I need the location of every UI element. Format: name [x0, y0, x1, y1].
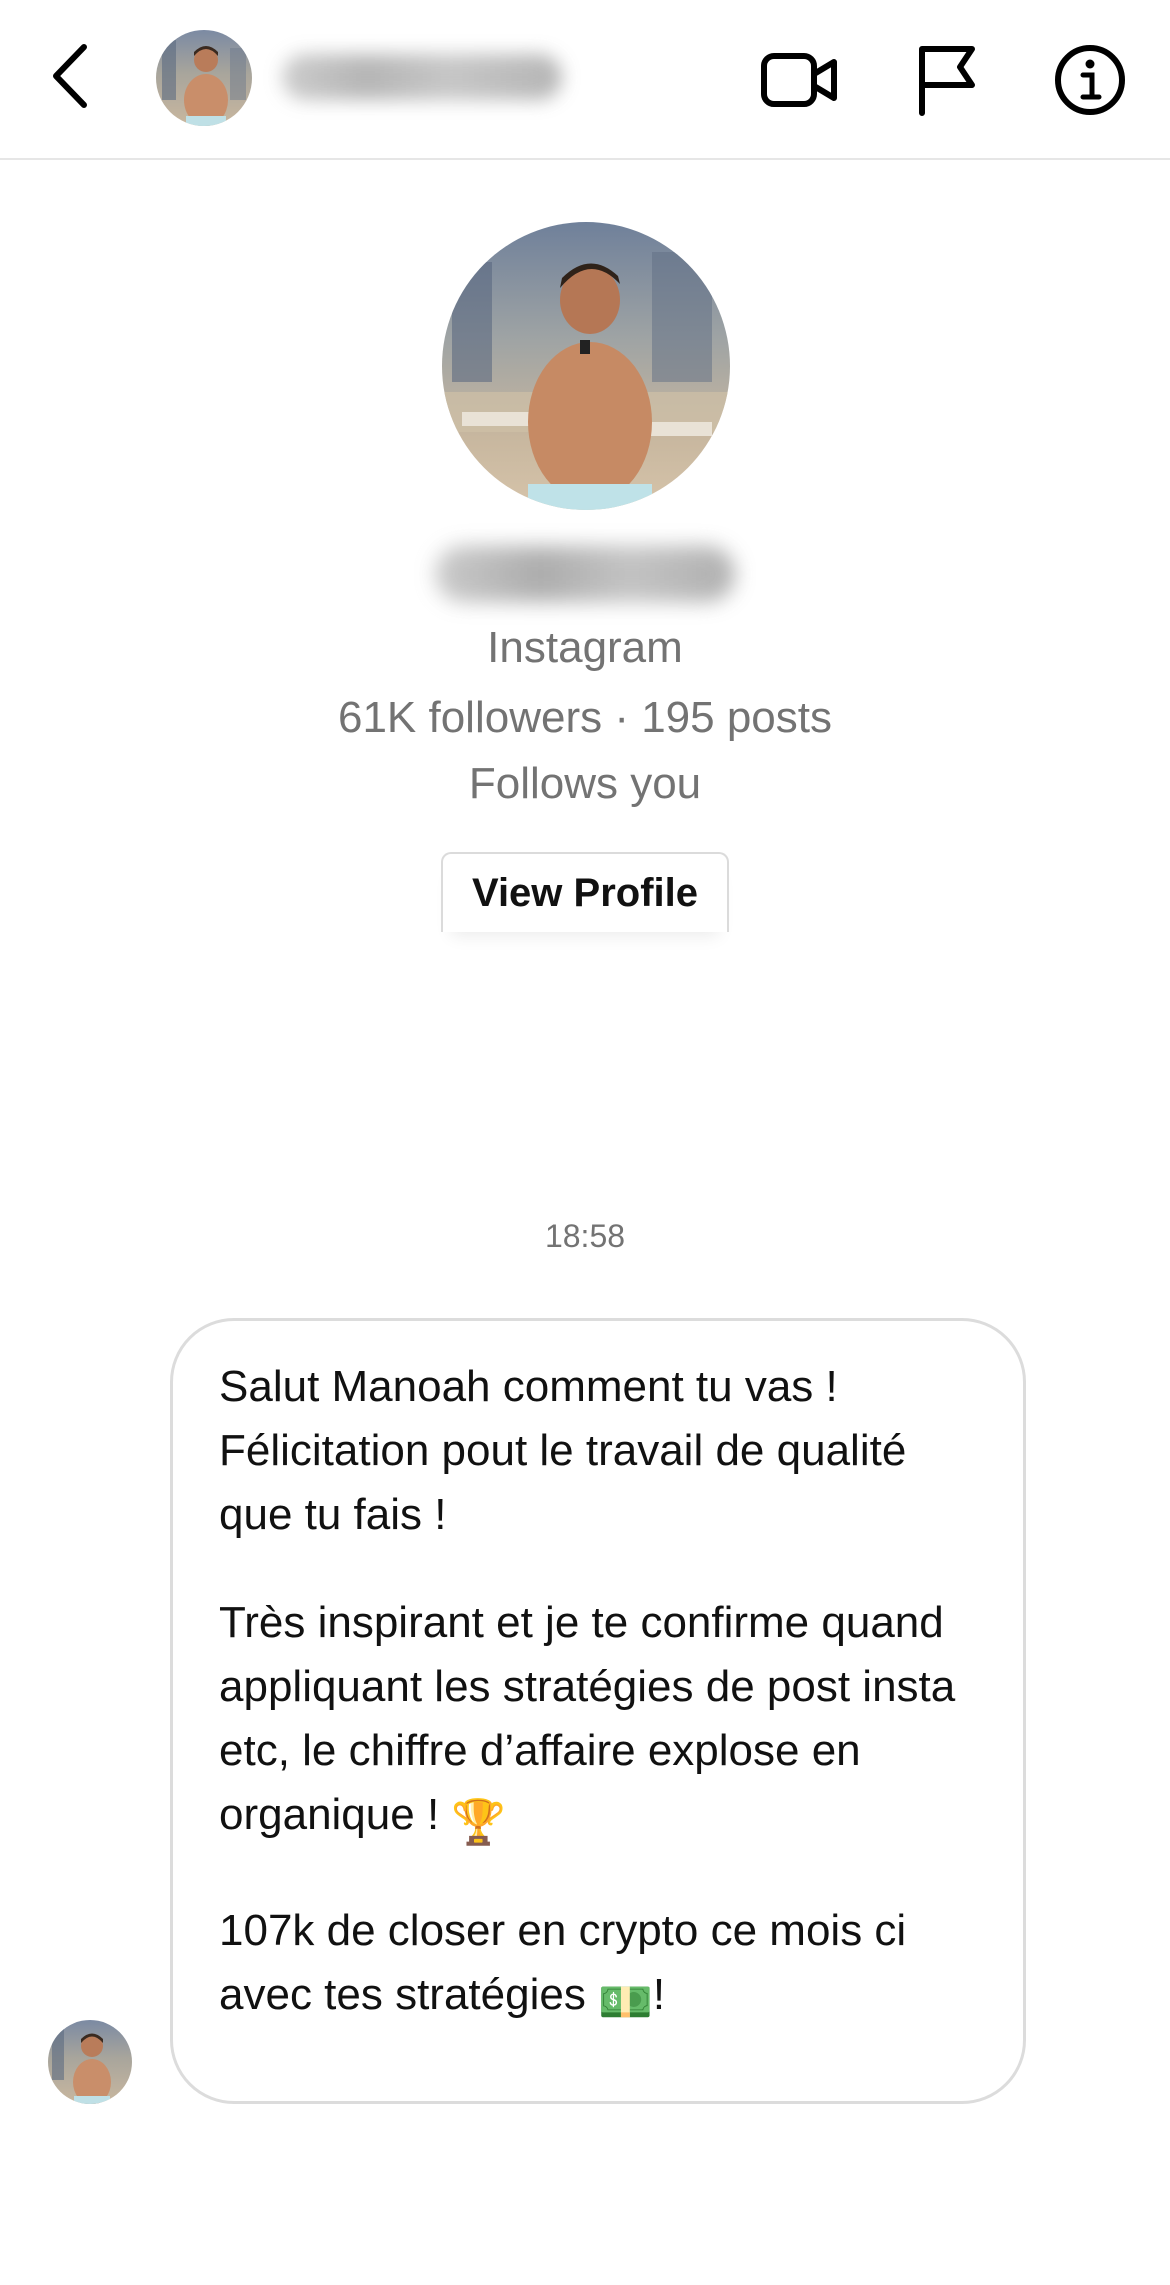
- profile-username-redacted: [435, 546, 735, 602]
- profile-avatar[interactable]: [442, 222, 730, 510]
- video-call-button[interactable]: [758, 38, 842, 122]
- profile-platform: Instagram: [487, 623, 683, 672]
- report-button[interactable]: [904, 38, 988, 122]
- header-username-redacted[interactable]: [282, 54, 562, 100]
- back-button[interactable]: [40, 36, 100, 116]
- message-bubble[interactable]: Salut Manoah comment tu vas ! Félicitati…: [170, 1318, 1026, 2104]
- message-timestamp: 18:58: [544, 1218, 626, 1254]
- message-text-end: !: [652, 1970, 666, 2019]
- header-avatar[interactable]: [156, 30, 252, 126]
- message-paragraph: Très inspirant et je te confirme quand a…: [219, 1591, 983, 1855]
- chevron-left-icon: [53, 44, 87, 108]
- info-icon: [1055, 45, 1125, 115]
- sender-avatar[interactable]: [48, 2020, 132, 2104]
- info-button[interactable]: [1048, 38, 1132, 122]
- message-paragraph: 107k de closer en crypto ce mois ci avec…: [219, 1899, 983, 2035]
- video-camera-icon: [761, 53, 837, 107]
- flag-icon: [919, 46, 975, 116]
- profile-relationship: Follows you: [468, 759, 702, 808]
- message-text: Très inspirant et je te confirme quand a…: [219, 1598, 956, 1839]
- chat-header: [0, 0, 1170, 160]
- message-paragraph: Salut Manoah comment tu vas ! Félicitati…: [219, 1362, 907, 1539]
- profile-stats: 61K followers · 195 posts: [337, 693, 833, 742]
- message-text: 107k de closer en crypto ce mois ci avec…: [219, 1906, 907, 2019]
- money-emoji-icon: 💵: [598, 1978, 653, 2027]
- view-profile-button[interactable]: View Profile: [441, 852, 729, 932]
- trophy-emoji-icon: 🏆: [451, 1798, 507, 1847]
